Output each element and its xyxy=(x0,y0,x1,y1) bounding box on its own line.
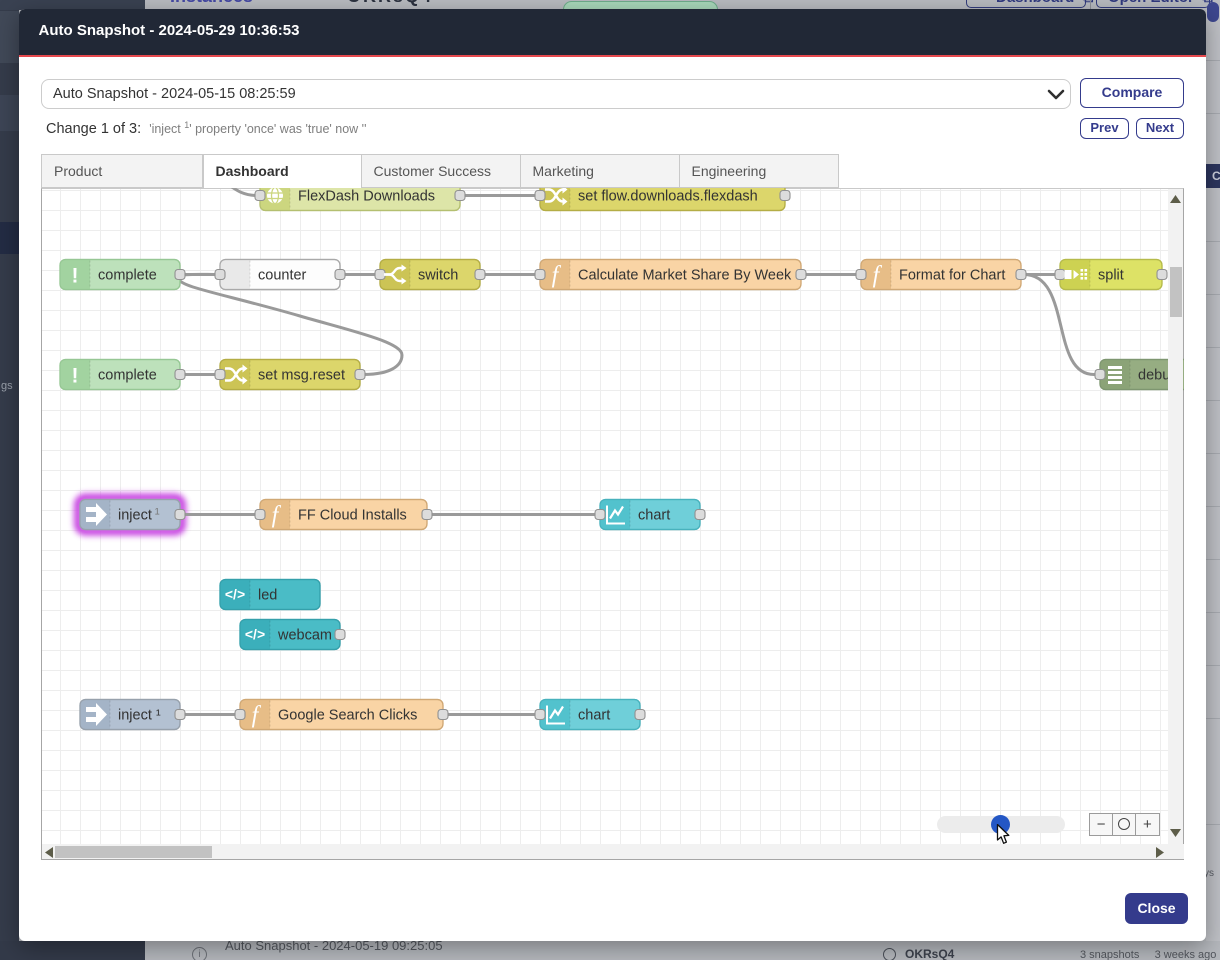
svg-text:complete: complete xyxy=(98,368,157,384)
svg-text:Google Search Clicks: Google Search Clicks xyxy=(278,708,417,724)
svg-text:chart: chart xyxy=(638,508,670,524)
svg-text:Calculate Market Share By Week: Calculate Market Share By Week xyxy=(578,268,792,284)
svg-text:</>: </> xyxy=(225,586,245,602)
svg-text:led: led xyxy=(258,588,277,604)
svg-text:set flow.downloads.flexdash: set flow.downloads.flexdash xyxy=(578,189,758,205)
svg-text:complete: complete xyxy=(98,268,157,284)
svg-text:switch: switch xyxy=(418,268,458,284)
svg-text:FlexDash Downloads: FlexDash Downloads xyxy=(298,189,435,205)
svg-text:!: ! xyxy=(72,265,79,288)
svg-text:!: ! xyxy=(72,365,79,388)
svg-text:FF Cloud Installs: FF Cloud Installs xyxy=(298,508,407,524)
svg-text:webcam: webcam xyxy=(277,628,332,644)
svg-text:inject ¹: inject ¹ xyxy=(118,708,161,724)
svg-text:Format for Chart: Format for Chart xyxy=(899,268,1005,284)
svg-text:set msg.reset: set msg.reset xyxy=(258,368,345,384)
svg-text:split: split xyxy=(1098,268,1124,284)
svg-text:chart: chart xyxy=(578,708,610,724)
svg-text:</>: </> xyxy=(245,626,265,642)
svg-text:counter: counter xyxy=(258,268,307,284)
